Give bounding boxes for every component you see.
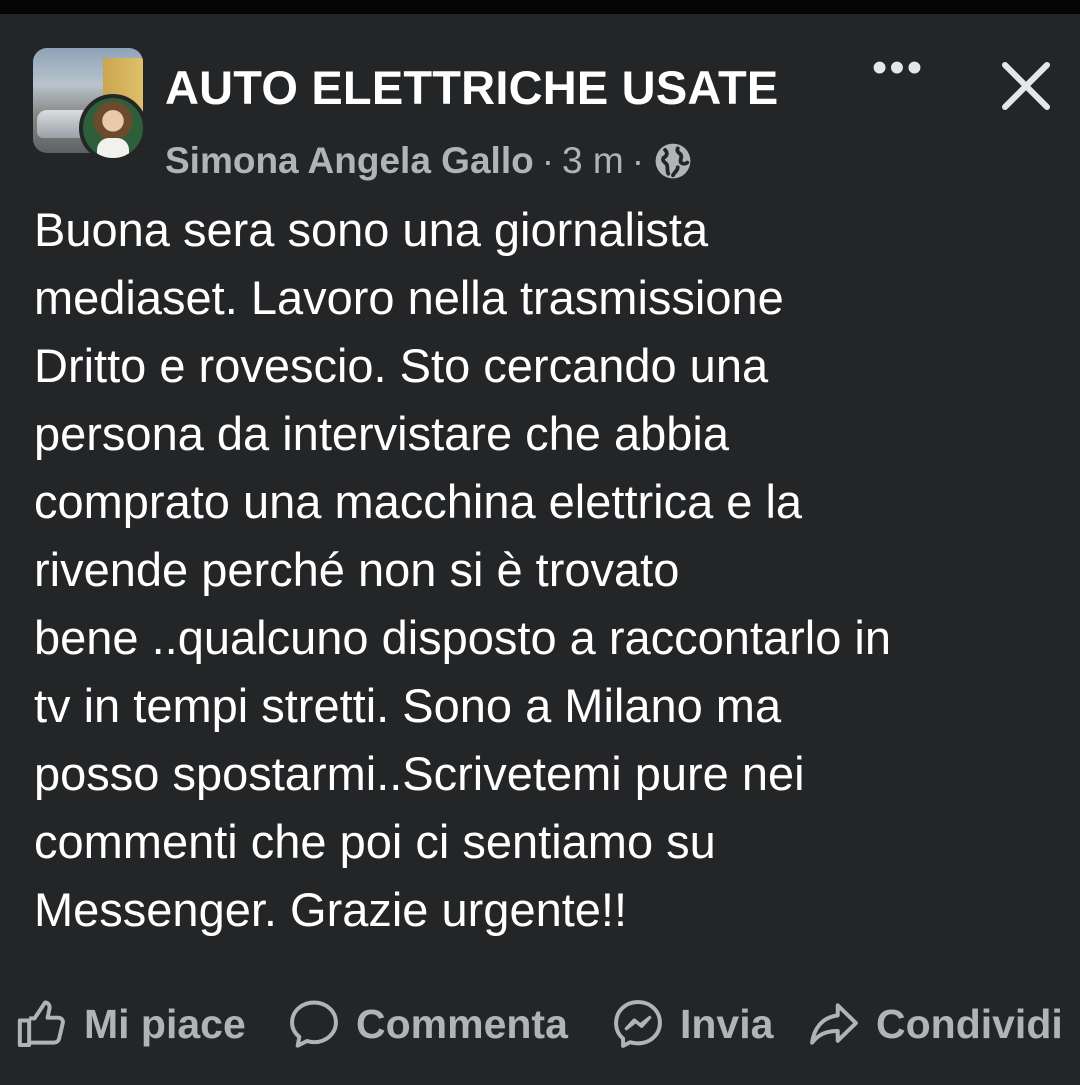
- author-name[interactable]: Simona Angela Gallo: [165, 140, 534, 182]
- share-label: Condividi: [876, 1000, 1063, 1047]
- post-text-line: rivende perché non si è trovato: [34, 543, 680, 596]
- share-button[interactable]: Condividi: [806, 994, 1063, 1054]
- post-text-line: Dritto e rovescio. Sto cercando una: [34, 339, 769, 392]
- post-header: AUTO ELETTRICHE USATE Simona Angela Gall…: [0, 14, 1080, 184]
- post-text-line: bene ..qualcuno disposto a raccontarlo i…: [34, 611, 892, 664]
- messenger-icon: [614, 1000, 662, 1048]
- send-button[interactable]: Invia: [610, 994, 773, 1054]
- group-name[interactable]: AUTO ELETTRICHE USATE: [165, 60, 778, 115]
- post-body: Buona sera sono una giornalista mediaset…: [34, 196, 1064, 944]
- post-text-line: commenti che poi ci sentiamo su: [34, 815, 716, 868]
- more-options-button[interactable]: •••: [866, 46, 930, 94]
- top-strip: [0, 0, 1080, 14]
- author-avatar[interactable]: [79, 94, 147, 162]
- globe-icon: [655, 143, 691, 179]
- post-text-line: comprato una macchina elettrica e la: [34, 475, 803, 528]
- share-arrow-icon: [810, 1003, 858, 1045]
- post-text-line: persona da intervistare che abbia: [34, 407, 729, 460]
- action-bar: Mi piace Commenta Invia Condividi: [0, 988, 1080, 1062]
- post-text-line: Buona sera sono una giornalista: [34, 203, 709, 256]
- comment-bubble-icon: [290, 1000, 338, 1048]
- comment-label: Commenta: [356, 1000, 568, 1047]
- post-text-line: posso spostarmi..Scrivetemi pure nei: [34, 747, 805, 800]
- send-label: Invia: [680, 1000, 774, 1047]
- post-text-line: tv in tempi stretti. Sono a Milano ma: [34, 679, 782, 732]
- comment-button[interactable]: Commenta: [286, 994, 568, 1054]
- like-button[interactable]: Mi piace: [14, 994, 246, 1054]
- close-icon[interactable]: [998, 58, 1054, 114]
- like-label: Mi piace: [84, 1000, 246, 1047]
- post-text-line: Messenger. Grazie urgente!!: [34, 883, 628, 936]
- thumbs-up-icon: [17, 1000, 65, 1047]
- post-meta: Simona Angela Gallo · 3 m ·: [165, 140, 692, 182]
- post-text-line: mediaset. Lavoro nella trasmissione: [34, 271, 784, 324]
- meta-separator: ·: [631, 140, 645, 181]
- post-time[interactable]: 3 m: [562, 140, 624, 182]
- meta-separator: ·: [541, 140, 555, 181]
